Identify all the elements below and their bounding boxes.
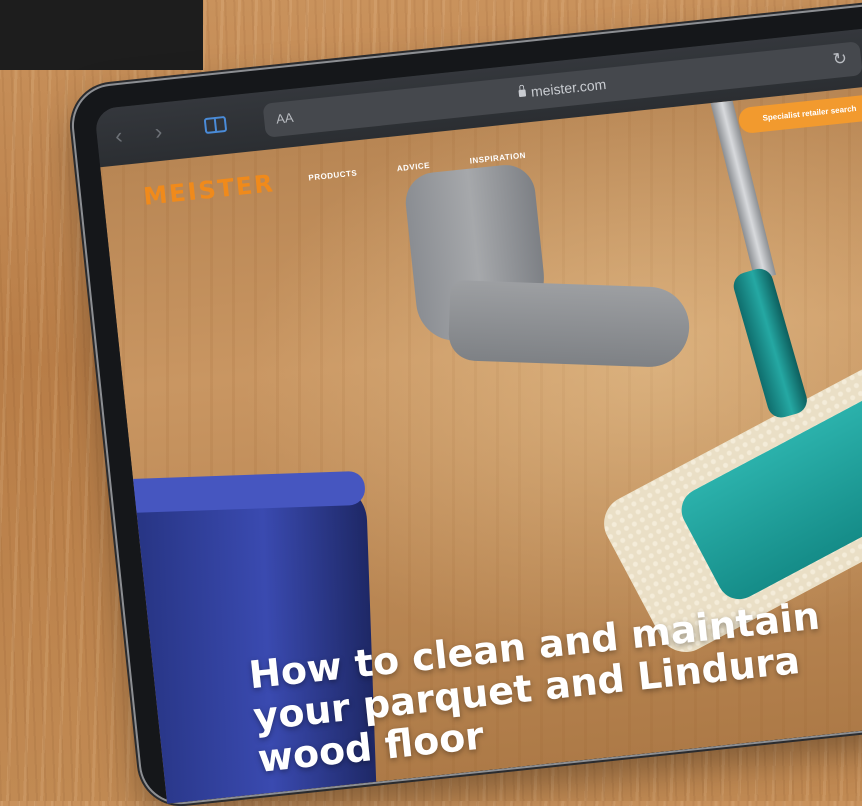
webpage-hero: MEISTER PRODUCTS ADVICE INSPIRATION Spec… [100, 75, 862, 804]
bookmarks-icon[interactable] [203, 115, 228, 135]
lock-icon [518, 89, 527, 98]
url-text: meister.com [530, 75, 607, 100]
mop-joint-image [730, 265, 811, 421]
meister-logo[interactable]: MEISTER [142, 169, 276, 211]
reload-icon[interactable]: ↻ [832, 49, 848, 70]
forward-button[interactable]: › [154, 119, 164, 145]
nav-products[interactable]: PRODUCTS [308, 168, 358, 182]
tablet-device: ‹ › AA meister.com ↻ MEISTER PRODUCTS AD… [70, 0, 862, 806]
nav-advice[interactable]: ADVICE [396, 161, 430, 173]
dark-corner-block [0, 0, 203, 70]
sock-foot-image [447, 279, 691, 369]
dealer-search-button[interactable]: Specialist retailer search [737, 93, 862, 135]
nav-inspiration[interactable]: INSPIRATION [469, 151, 526, 166]
main-nav: PRODUCTS ADVICE INSPIRATION [308, 151, 526, 183]
tablet-screen: ‹ › AA meister.com ↻ MEISTER PRODUCTS AD… [94, 17, 862, 804]
back-button[interactable]: ‹ [114, 123, 124, 149]
